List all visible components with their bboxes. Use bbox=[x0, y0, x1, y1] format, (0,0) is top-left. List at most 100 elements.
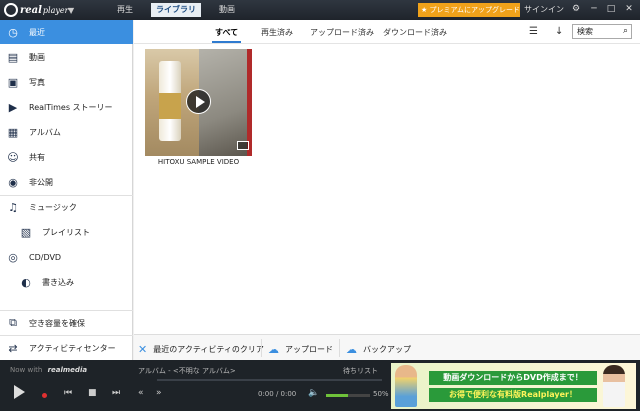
volume-fill bbox=[326, 394, 348, 397]
record-button[interactable] bbox=[42, 393, 47, 398]
play-overlay-icon[interactable] bbox=[186, 89, 211, 114]
video-title[interactable]: HITOXU SAMPLE VIDEO bbox=[145, 158, 252, 166]
sidebar-item-label: アルバム bbox=[29, 127, 61, 137]
title-bar: real player ▼ 再生 ライブラリ 動画 ★ プレミアムにアップグレード… bbox=[0, 0, 640, 20]
clear-recent-activity-button[interactable]: ✕ 最近のアクティビティのクリア bbox=[138, 343, 264, 356]
burn-icon: ◐ bbox=[21, 275, 31, 289]
search-icon[interactable]: ⌕ bbox=[623, 25, 628, 38]
minimize-icon[interactable]: ─ bbox=[588, 4, 600, 14]
premium-upgrade-button[interactable]: ★ プレミアムにアップグレード bbox=[418, 3, 520, 17]
action-divider bbox=[261, 339, 262, 357]
sidebar-item-shared[interactable]: ☺ 共有 bbox=[0, 145, 133, 169]
rewind-icon[interactable]: « bbox=[138, 388, 144, 398]
volume-slider[interactable] bbox=[326, 394, 370, 397]
play-story-icon: ▶ bbox=[8, 100, 18, 114]
close-icon[interactable]: ✕ bbox=[623, 4, 635, 14]
action-label: 最近のアクティビティのクリア bbox=[153, 345, 264, 354]
main-tabs: 再生 ライブラリ 動画 bbox=[100, 3, 253, 17]
sidebar-item-photos[interactable]: ▣ 写真 bbox=[0, 70, 133, 94]
sidebar-item-playlist[interactable]: ▧ プレイリスト bbox=[0, 220, 133, 244]
tab-library[interactable]: ライブラリ bbox=[151, 3, 201, 17]
stop-icon[interactable]: ■ bbox=[88, 388, 97, 398]
video-thumbnail[interactable] bbox=[145, 49, 252, 156]
thumbnail-bottle-label bbox=[159, 93, 181, 119]
video-type-badge-icon bbox=[237, 141, 249, 150]
next-icon[interactable]: ⏭ bbox=[112, 388, 120, 398]
sidebar: ◷ 最近 ▤ 動画 ▣ 写真 ▶ RealTimes ストーリー ▦ アルバム … bbox=[0, 20, 133, 360]
search-input[interactable]: 検索 ⌕ bbox=[572, 24, 632, 39]
filter-downloaded[interactable]: ダウンロード済み bbox=[383, 27, 447, 38]
time-display: 0:00 / 0:00 bbox=[258, 390, 297, 398]
promo-person-right bbox=[603, 365, 625, 407]
backup-button[interactable]: ☁ バックアップ bbox=[346, 343, 411, 356]
clear-icon: ✕ bbox=[138, 343, 148, 356]
app-name-sub: player bbox=[42, 5, 69, 15]
cloud-upload-icon: ☁ bbox=[268, 343, 279, 356]
filter-all[interactable]: すべて bbox=[211, 27, 242, 43]
sidebar-item-label: 共有 bbox=[29, 152, 45, 162]
album-icon: ▦ bbox=[7, 125, 19, 139]
sidebar-item-realtimes[interactable]: ▶ RealTimes ストーリー bbox=[0, 95, 133, 119]
sort-arrow-icon[interactable]: ↓ bbox=[555, 26, 563, 37]
thumbnail-edge bbox=[247, 49, 252, 156]
app-logo[interactable]: real player bbox=[4, 3, 68, 17]
sidebar-item-cd-dvd[interactable]: ◎ CD/DVD bbox=[0, 245, 133, 269]
sidebar-item-label: 空き容量を確保 bbox=[29, 318, 85, 328]
disc-icon: ◎ bbox=[8, 250, 18, 264]
action-label: バックアップ bbox=[363, 345, 411, 354]
signin-link[interactable]: サインイン bbox=[524, 4, 564, 15]
list-view-icon[interactable]: ☰ bbox=[529, 26, 538, 37]
tab-playback[interactable]: 再生 bbox=[100, 3, 150, 17]
maximize-icon[interactable]: □ bbox=[605, 4, 617, 14]
previous-icon[interactable]: ⏮ bbox=[64, 388, 72, 398]
library-content: すべて 再生済み アップロード済み ダウンロード済み ☰ ↓ 検索 ⌕ HITO… bbox=[134, 20, 640, 334]
sidebar-item-label: 書き込み bbox=[42, 277, 74, 287]
sidebar-item-label: 最近 bbox=[29, 27, 45, 37]
sidebar-item-label: RealTimes ストーリー bbox=[29, 102, 113, 112]
play-button[interactable] bbox=[11, 384, 27, 400]
action-bar: ✕ 最近のアクティビティのクリア ☁ アップロード ☁ バックアップ bbox=[134, 334, 640, 360]
photo-icon: ▣ bbox=[7, 75, 19, 89]
sidebar-item-recent[interactable]: ◷ 最近 bbox=[0, 20, 133, 44]
now-playing-album: アルバム - <不明な アルバム> bbox=[138, 367, 236, 375]
sidebar-item-private[interactable]: ◉ 非公開 bbox=[0, 170, 133, 194]
music-note-icon: ♫ bbox=[8, 200, 18, 214]
sidebar-item-free-space[interactable]: ⧉ 空き容量を確保 bbox=[0, 311, 133, 335]
cloud-backup-icon: ☁ bbox=[346, 343, 357, 356]
sidebar-item-label: CD/DVD bbox=[29, 252, 62, 262]
tab-video[interactable]: 動画 bbox=[202, 3, 252, 17]
promo-banner[interactable]: 動画ダウンロードからDVD作成まで！ お得で便利な有料版Realplayer！ bbox=[391, 363, 636, 409]
volume-icon[interactable]: 🔈 bbox=[308, 388, 319, 398]
action-label: アップロード bbox=[285, 345, 333, 354]
sidebar-item-album[interactable]: ▦ アルバム bbox=[0, 120, 133, 144]
now-with-label: Now with bbox=[10, 366, 43, 374]
upload-button[interactable]: ☁ アップロード bbox=[268, 343, 333, 356]
promo-person-left bbox=[395, 365, 417, 407]
filter-played[interactable]: 再生済み bbox=[261, 27, 293, 38]
filter-bar: すべて 再生済み アップロード済み ダウンロード済み ☰ ↓ 検索 ⌕ bbox=[134, 20, 640, 44]
film-icon: ▤ bbox=[7, 50, 19, 64]
sidebar-item-activity-center[interactable]: ⇄ アクティビティセンター bbox=[0, 336, 133, 360]
filter-uploaded[interactable]: アップロード済み bbox=[310, 27, 374, 38]
people-icon: ☺ bbox=[7, 150, 19, 164]
action-divider bbox=[339, 339, 340, 357]
promo-line-2: お得で便利な有料版Realplayer！ bbox=[429, 388, 597, 402]
settings-icon[interactable]: ⚙ bbox=[570, 4, 582, 14]
seek-bar[interactable] bbox=[157, 379, 382, 381]
volume-percent: 50% bbox=[373, 390, 389, 398]
eye-hidden-icon: ◉ bbox=[8, 175, 18, 189]
fast-forward-icon[interactable]: » bbox=[156, 388, 162, 398]
activity-icon: ⇄ bbox=[8, 341, 18, 355]
app-name: real bbox=[20, 4, 42, 16]
sidebar-item-burn[interactable]: ◐ 書き込み bbox=[0, 270, 133, 294]
sidebar-item-label: プレイリスト bbox=[42, 227, 90, 237]
logo-mark-icon bbox=[4, 3, 18, 17]
sidebar-item-video[interactable]: ▤ 動画 bbox=[0, 45, 133, 69]
menu-dropdown-icon[interactable]: ▼ bbox=[68, 6, 74, 15]
sidebar-item-label: 写真 bbox=[29, 77, 45, 87]
player-bar: Now with realmedia アルバム - <不明な アルバム> 待ちリ… bbox=[0, 360, 640, 411]
free-space-icon: ⧉ bbox=[9, 316, 17, 329]
sidebar-item-label: ミュージック bbox=[29, 202, 77, 212]
queue-button[interactable]: 待ちリスト bbox=[343, 366, 378, 376]
sidebar-item-music[interactable]: ♫ ミュージック bbox=[0, 195, 133, 219]
